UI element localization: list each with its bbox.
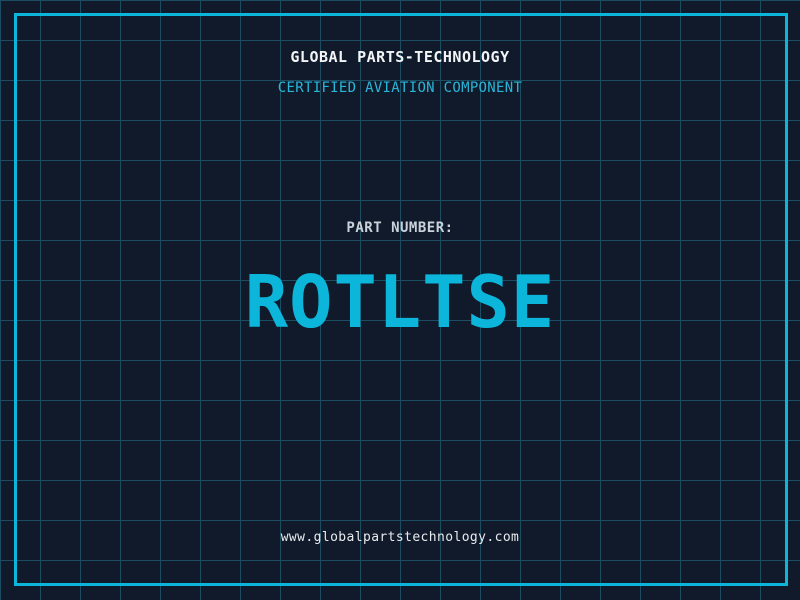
website-url: www.globalpartstechnology.com xyxy=(280,530,520,545)
part-number-label: PART NUMBER: xyxy=(346,220,454,236)
certification-subtitle: CERTIFIED AVIATION COMPONENT xyxy=(277,80,523,96)
part-number-value: ROTLTSE xyxy=(244,260,556,344)
company-name: GLOBAL PARTS-TECHNOLOGY xyxy=(290,48,510,66)
part-label-screen: GLOBAL PARTS-TECHNOLOGY CERTIFIED AVIATI… xyxy=(0,0,800,600)
